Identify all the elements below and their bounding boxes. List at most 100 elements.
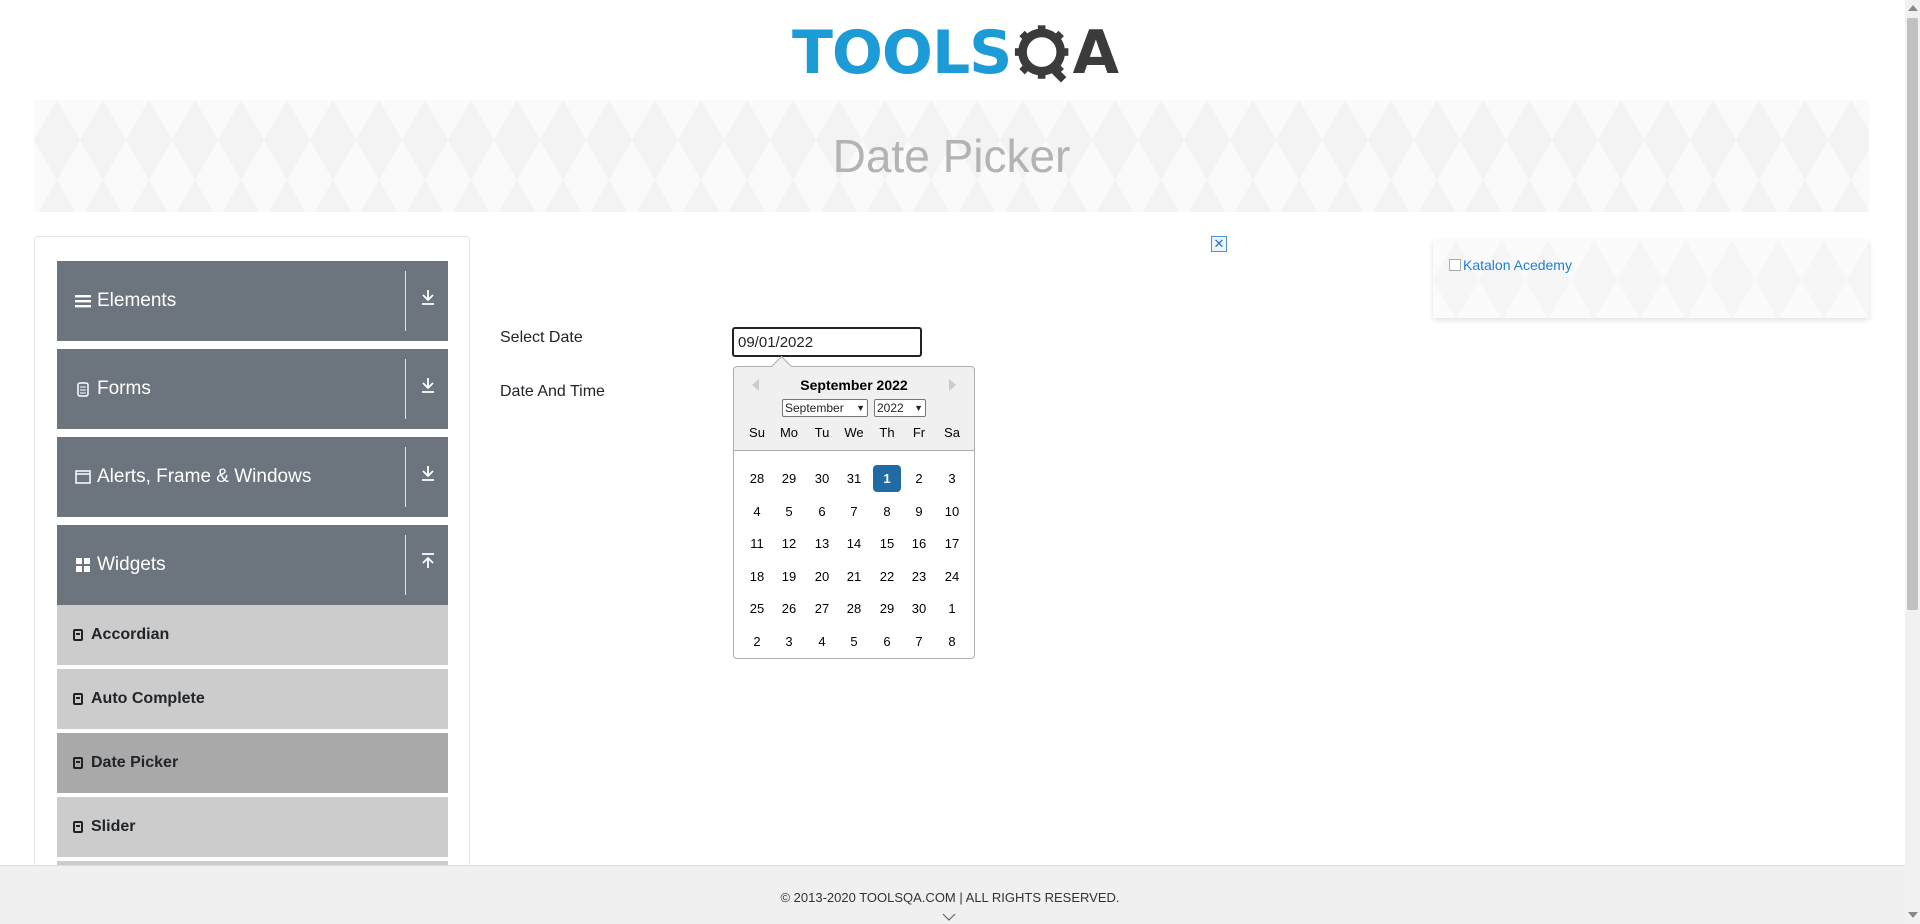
sidebar-item-slider[interactable]: Slider <box>57 797 448 859</box>
footer: © 2013-2020 TOOLSQA.COM | ALL RIGHTS RES… <box>0 865 1905 924</box>
sidebar-item-label: Date Picker <box>91 754 179 771</box>
calendar-day[interactable]: 1 <box>938 595 966 622</box>
calendar-day[interactable]: 7 <box>905 628 933 655</box>
calendar-day[interactable]: 28 <box>743 465 771 492</box>
month-select-value: September <box>785 401 844 415</box>
calendar-day[interactable]: 26 <box>775 595 803 622</box>
sidebar-group-label: Forms <box>97 378 151 399</box>
calendar-day[interactable]: 14 <box>840 530 868 557</box>
date-time-label: Date And Time <box>500 383 605 400</box>
calendar-day[interactable]: 3 <box>775 628 803 655</box>
calendar-day[interactable]: 16 <box>905 530 933 557</box>
scroll-down-arrow[interactable] <box>1908 912 1918 918</box>
calendar-day[interactable]: 29 <box>873 595 901 622</box>
calendar-day[interactable]: 18 <box>743 563 771 590</box>
calendar-day[interactable]: 31 <box>840 465 868 492</box>
logo-text-a: A <box>1072 18 1119 88</box>
calendar-header: September 2022 September ▼ 2022 ▼ Su Mo … <box>734 367 974 451</box>
gear-icon <box>1015 25 1069 83</box>
calendar-day[interactable]: 5 <box>775 498 803 525</box>
weekday-label: Fr <box>912 425 926 440</box>
ad-link[interactable]: Katalon Acedemy <box>1449 257 1572 273</box>
calendar-day[interactable]: 30 <box>808 465 836 492</box>
chevron-down-icon[interactable] <box>942 910 956 924</box>
calendar-day[interactable]: 19 <box>775 563 803 590</box>
calendar-day[interactable]: 21 <box>840 563 868 590</box>
calendar-day[interactable]: 30 <box>905 595 933 622</box>
calendar-day[interactable]: 8 <box>873 498 901 525</box>
sidebar-item-label: Slider <box>91 818 136 835</box>
download-arrow-icon <box>418 377 438 401</box>
item-icon <box>73 821 83 833</box>
calendar-day[interactable]: 28 <box>840 595 868 622</box>
sidebar-group-elements[interactable]: Elements <box>57 261 448 341</box>
month-select[interactable]: September ▼ <box>782 399 868 417</box>
divider <box>405 271 406 331</box>
calendar-day[interactable]: 11 <box>743 530 771 557</box>
download-arrow-icon <box>418 465 438 489</box>
calendar-day[interactable]: 13 <box>808 530 836 557</box>
sidebar-item-label: Accordian <box>91 626 170 643</box>
calendar-day[interactable]: 7 <box>840 498 868 525</box>
weekday-label: Su <box>749 425 765 440</box>
upload-arrow-icon <box>418 553 438 577</box>
divider <box>405 535 406 595</box>
sidebar-group-forms[interactable]: Forms <box>57 349 448 429</box>
calendar-day[interactable]: 15 <box>873 530 901 557</box>
calendar-day[interactable]: 12 <box>775 530 803 557</box>
calendar-day[interactable]: 20 <box>808 563 836 590</box>
calendar-day[interactable]: 8 <box>938 628 966 655</box>
calendar-day[interactable]: 24 <box>938 563 966 590</box>
date-picker-input[interactable] <box>732 327 922 357</box>
calendar-day[interactable]: 4 <box>808 628 836 655</box>
chevron-down-icon: ▼ <box>914 403 923 413</box>
weekday-label: Mo <box>779 425 799 440</box>
download-arrow-icon <box>418 289 438 313</box>
calendar-day[interactable]: 6 <box>873 628 901 655</box>
divider <box>405 447 406 507</box>
calendar-day[interactable]: 3 <box>938 465 966 492</box>
right-ad-banner[interactable]: Katalon Acedemy <box>1433 240 1869 318</box>
sidebar-group-label: Widgets <box>97 554 166 575</box>
divider <box>405 359 406 419</box>
scroll-up-arrow[interactable] <box>1908 5 1918 11</box>
calendar-day[interactable]: 2 <box>743 628 771 655</box>
calendar-day[interactable]: 27 <box>808 595 836 622</box>
weekday-label: Th <box>879 425 895 440</box>
year-select[interactable]: 2022 ▼ <box>874 399 926 417</box>
ad-close-button[interactable]: ✕ <box>1211 236 1227 252</box>
calendar-day-selected[interactable]: 1 <box>873 465 901 492</box>
scrollbar-thumb[interactable] <box>1907 18 1918 610</box>
calendar-day[interactable]: 9 <box>905 498 933 525</box>
calendar-day[interactable]: 17 <box>938 530 966 557</box>
ad-alt-text: Katalon Acedemy <box>1463 257 1572 273</box>
sidebar-item-date-picker[interactable]: Date Picker <box>57 733 448 795</box>
calendar-day[interactable]: 25 <box>743 595 771 622</box>
sidebar-group-label: Elements <box>97 290 177 311</box>
sidebar-item-accordian[interactable]: Accordian <box>57 605 448 667</box>
calendar-day[interactable]: 5 <box>840 628 868 655</box>
grid-icon <box>75 557 91 573</box>
page-banner: Date Picker <box>34 100 1869 212</box>
hamburger-icon <box>75 293 91 309</box>
sidebar-group-widgets[interactable]: Widgets <box>57 525 448 605</box>
select-date-label: Select Date <box>500 329 583 346</box>
calendar-day[interactable]: 6 <box>808 498 836 525</box>
sidebar-item-label: Auto Complete <box>91 690 205 707</box>
window-icon <box>75 469 91 485</box>
sidebar-item-auto-complete[interactable]: Auto Complete <box>57 669 448 731</box>
calendar-popup: September 2022 September ▼ 2022 ▼ Su Mo … <box>733 366 975 659</box>
item-icon <box>73 693 83 705</box>
document-icon <box>75 381 91 397</box>
calendar-day[interactable]: 22 <box>873 563 901 590</box>
calendar-day[interactable]: 2 <box>905 465 933 492</box>
calendar-day[interactable]: 23 <box>905 563 933 590</box>
broken-image-icon <box>1449 259 1461 271</box>
chevron-down-icon: ▼ <box>856 403 865 413</box>
footer-copyright: © 2013-2020 TOOLSQA.COM | ALL RIGHTS RES… <box>780 890 1120 905</box>
sidebar-group-alerts[interactable]: Alerts, Frame & Windows <box>57 437 448 517</box>
calendar-day[interactable]: 10 <box>938 498 966 525</box>
toolsqa-logo[interactable]: TOOLS A <box>792 14 1119 92</box>
calendar-day[interactable]: 4 <box>743 498 771 525</box>
calendar-day[interactable]: 29 <box>775 465 803 492</box>
